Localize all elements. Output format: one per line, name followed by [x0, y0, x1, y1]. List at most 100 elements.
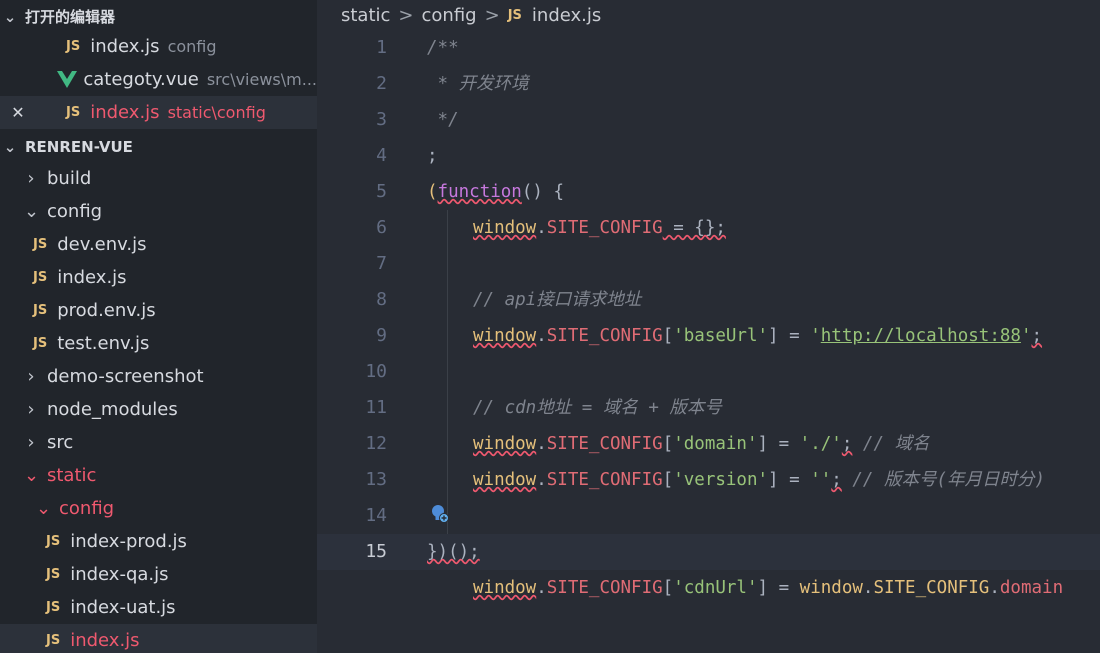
line-number: 8 — [376, 289, 387, 310]
js-file-icon: JS — [33, 237, 48, 252]
code-text: window.SITE_CONFIG['cdnUrl'] = window.SI… — [473, 578, 1064, 598]
code-line[interactable]: 1 /** — [317, 30, 1100, 66]
code-line[interactable]: 14 window.SITE_CONFIG['cdnUrl'] = window… — [317, 498, 1100, 598]
indent-guide — [447, 210, 448, 246]
breadcrumb-static[interactable]: static — [341, 5, 390, 26]
variable: window — [473, 578, 537, 598]
line-number: 7 — [376, 253, 387, 274]
line-number: 14 — [365, 505, 387, 526]
code-line[interactable]: 12 window.SITE_CONFIG['domain'] = './'; /… — [317, 426, 1100, 462]
variable: window — [473, 326, 537, 346]
indent-guide — [447, 390, 448, 426]
tree-file[interactable]: JS index-prod.js — [0, 525, 317, 558]
js-file-icon: JS — [33, 336, 48, 351]
tree-folder[interactable]: › node_modules — [0, 393, 317, 426]
line-number: 4 — [376, 145, 387, 166]
code-line[interactable]: 13 window.SITE_CONFIG['version'] = ''; //… — [317, 462, 1100, 498]
code-line[interactable]: 8 // api接口请求地址 — [317, 282, 1100, 318]
string: 'version' — [673, 470, 769, 490]
code-editor[interactable]: static > config > JS index.js 1 /** 2 * 开… — [317, 0, 1100, 653]
line-number: 9 — [376, 325, 387, 346]
line-number: 10 — [365, 361, 387, 382]
chevron-down-icon: ⌄ — [24, 201, 40, 222]
property: domain — [999, 578, 1064, 598]
chevron-right-icon: › — [27, 168, 35, 189]
open-editor-item[interactable]: categoty.vue src\views\m... — [0, 63, 317, 96]
chevron-down-icon: ⌄ — [3, 137, 17, 156]
tree-folder[interactable]: ⌄ config — [0, 195, 317, 228]
code-line[interactable]: 9 window.SITE_CONFIG['baseUrl'] = 'http:/… — [317, 318, 1100, 354]
tree-file[interactable]: JS dev.env.js — [0, 228, 317, 261]
folder-label: build — [47, 168, 92, 189]
tree-folder[interactable]: ⌄ config — [0, 492, 317, 525]
tree-file[interactable]: JS index-uat.js — [0, 591, 317, 624]
tree-folder[interactable]: › demo-screenshot — [0, 360, 317, 393]
file-label: index.js — [70, 630, 140, 651]
comment: * 开发环境 — [427, 74, 529, 94]
open-editors-title: 打开的编辑器 — [25, 8, 116, 26]
code-text: window.SITE_CONFIG = {}; — [473, 210, 726, 246]
tree-file[interactable]: JS test.env.js — [0, 327, 317, 360]
explorer-sidebar: ⌄ 打开的编辑器 JS index.js config categoty.vue… — [0, 0, 317, 653]
project-title: RENREN-VUE — [25, 137, 133, 156]
variable: window — [473, 218, 537, 238]
tree-file-active[interactable]: JS index.js — [0, 624, 317, 653]
tree-file[interactable]: JS index-qa.js — [0, 558, 317, 591]
string: './' — [799, 434, 842, 454]
line-number: 12 — [365, 433, 387, 454]
tree-folder[interactable]: ⌄ static — [0, 459, 317, 492]
folder-label: config — [59, 498, 115, 519]
code-line[interactable]: 5 (function() { — [317, 174, 1100, 210]
js-file-icon: JS — [33, 270, 48, 285]
project-header[interactable]: ⌄ RENREN-VUE — [0, 130, 317, 163]
tree-folder[interactable]: › build — [0, 162, 317, 195]
code-line[interactable]: 11 // cdn地址 = 域名 + 版本号 — [317, 390, 1100, 426]
comment: // api接口请求地址 — [473, 290, 642, 310]
js-file-icon: JS — [46, 567, 61, 582]
code-line[interactable]: 7 — [317, 246, 1100, 282]
breadcrumb-file[interactable]: index.js — [532, 5, 601, 26]
url-link[interactable]: http://localhost:88 — [821, 326, 1021, 346]
tree-folder[interactable]: › src — [0, 426, 317, 459]
js-file-icon: JS — [46, 633, 61, 648]
code-line[interactable]: 3 */ — [317, 102, 1100, 138]
file-label: index-qa.js — [70, 564, 169, 585]
breadcrumb-config[interactable]: config — [422, 5, 477, 26]
string: ' — [810, 326, 821, 346]
property: SITE_CONFIG — [546, 578, 663, 598]
code-text: window.SITE_CONFIG['baseUrl'] = 'http://… — [473, 326, 1043, 346]
punctuation: ; — [841, 434, 853, 454]
code-line[interactable]: 10 — [317, 354, 1100, 390]
open-editor-filename: categoty.vue — [83, 69, 199, 90]
open-editors-header[interactable]: ⌄ 打开的编辑器 — [0, 0, 317, 33]
code-line[interactable]: 6 window.SITE_CONFIG = {}; — [317, 210, 1100, 246]
code-line-current[interactable]: 15})(); — [317, 534, 1100, 570]
code-line[interactable]: 2 * 开发环境 — [317, 66, 1100, 102]
lightbulb-icon[interactable] — [430, 504, 450, 524]
code-line[interactable]: 4; — [317, 138, 1100, 174]
variable: window — [473, 434, 537, 454]
line-number: 2 — [376, 73, 387, 94]
code-area[interactable]: 1 /** 2 * 开发环境 3 */ 4; 5 (function() { 6 wi… — [317, 30, 1100, 598]
punctuation: ; — [831, 470, 842, 490]
semicolon: ; — [427, 146, 438, 166]
punctuation: = {}; — [662, 218, 726, 238]
comment: /** — [427, 38, 459, 58]
open-editor-item-active[interactable]: ✕ JS index.js static\config — [0, 96, 317, 129]
file-label: index-prod.js — [70, 531, 187, 552]
chevron-down-icon: ⌄ — [36, 498, 52, 519]
folder-label: node_modules — [47, 399, 178, 420]
tree-file[interactable]: JS prod.env.js — [0, 294, 317, 327]
close-icon[interactable]: ✕ — [0, 103, 36, 122]
tree-file[interactable]: JS index.js — [0, 261, 317, 294]
string: '' — [810, 470, 832, 490]
code-text: (function() { — [427, 174, 564, 210]
folder-label: config — [47, 201, 103, 222]
js-file-icon: JS — [46, 600, 61, 615]
js-file-icon: JS — [66, 39, 81, 54]
indent-guide — [447, 246, 448, 282]
chevron-down-icon: ⌄ — [3, 7, 17, 26]
punctuation: . — [989, 578, 1000, 598]
property: SITE_CONFIG — [546, 434, 663, 454]
open-editor-item[interactable]: JS index.js config — [0, 30, 317, 63]
